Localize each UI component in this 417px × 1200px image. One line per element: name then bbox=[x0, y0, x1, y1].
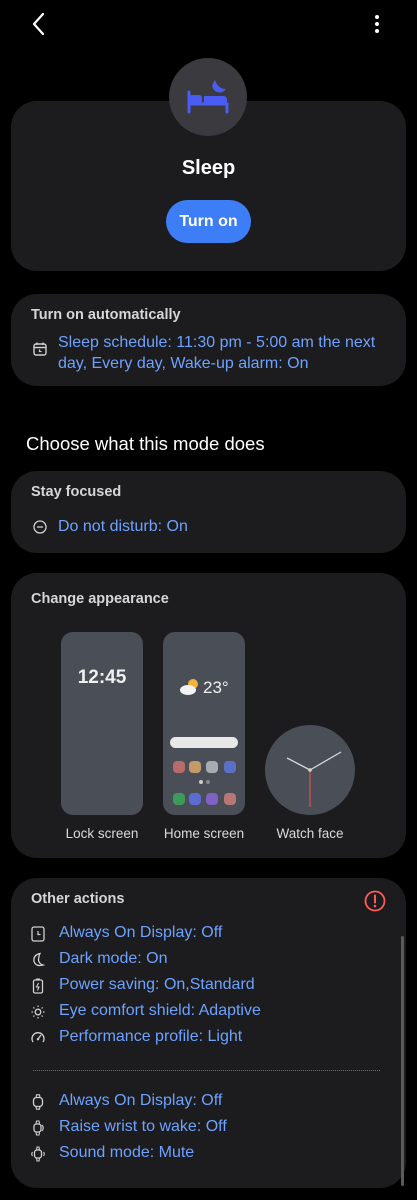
weather-icon bbox=[180, 679, 198, 695]
gauge-icon bbox=[31, 1032, 45, 1043]
other-actions-title: Other actions bbox=[31, 891, 125, 907]
aod-label: Always On Display: Off bbox=[59, 924, 223, 941]
lock-screen-preview[interactable]: 12:45 bbox=[61, 632, 143, 815]
action-row-raise-wrist[interactable]: Raise wrist to wake: Off bbox=[31, 1115, 386, 1141]
action-row-performance[interactable]: Performance profile: Light bbox=[31, 1025, 386, 1051]
app-dot bbox=[173, 793, 185, 805]
eye-comfort-label: Eye comfort shield: Adaptive bbox=[59, 1002, 261, 1019]
app-dot bbox=[189, 793, 201, 805]
more-vertical-icon bbox=[375, 15, 379, 33]
watch-aod-label: Always On Display: Off bbox=[59, 1092, 223, 1109]
action-row-eye-comfort[interactable]: Eye comfort shield: Adaptive bbox=[31, 999, 386, 1025]
other-actions-card: Other actions Always On Display: Off Dar… bbox=[11, 878, 406, 1188]
app-dot bbox=[206, 793, 218, 805]
action-row-power-saving[interactable]: Power saving: On,Standard bbox=[31, 973, 386, 999]
page-dot bbox=[206, 780, 210, 784]
action-row-aod[interactable]: Always On Display: Off bbox=[31, 921, 386, 947]
search-bar-mock bbox=[170, 737, 238, 748]
lock-screen-caption: Lock screen bbox=[65, 826, 139, 841]
power-saving-label: Power saving: On,Standard bbox=[59, 976, 255, 993]
calendar-icon bbox=[33, 342, 47, 356]
watch-hands-icon bbox=[286, 751, 342, 807]
action-row-dark-mode[interactable]: Dark mode: On bbox=[31, 947, 386, 973]
action-row-watch-aod[interactable]: Always On Display: Off bbox=[31, 1089, 386, 1115]
focus-card: Stay focused Do not disturb: On bbox=[11, 471, 406, 553]
back-button[interactable] bbox=[24, 10, 54, 40]
watch-face-caption: Watch face bbox=[276, 826, 344, 841]
home-temperature: 23° bbox=[203, 678, 229, 697]
divider bbox=[33, 1070, 380, 1071]
raise-wrist-label: Raise wrist to wake: Off bbox=[59, 1118, 227, 1135]
mode-title: Sleep bbox=[181, 157, 236, 179]
aod-clock-icon bbox=[31, 926, 45, 942]
dnd-link[interactable]: Do not disturb: On bbox=[58, 518, 188, 536]
watch-sound-icon bbox=[31, 1146, 45, 1162]
turn-on-button[interactable]: Turn on bbox=[166, 200, 251, 243]
lock-time: 12:45 bbox=[77, 667, 127, 688]
app-dot bbox=[173, 761, 185, 773]
appearance-title: Change appearance bbox=[31, 591, 169, 607]
mode-icon-circle bbox=[169, 58, 247, 136]
app-dot bbox=[189, 761, 201, 773]
sun-icon bbox=[31, 1005, 45, 1019]
app-dot bbox=[206, 761, 218, 773]
page-dot bbox=[199, 780, 203, 784]
warning-icon[interactable] bbox=[364, 890, 386, 912]
more-options-button[interactable] bbox=[365, 10, 389, 40]
watch-icon bbox=[32, 1094, 44, 1110]
bed-moon-icon bbox=[187, 80, 229, 114]
sleep-schedule-line1: Sleep schedule: 11:30 pm - 5:00 am the n… bbox=[58, 334, 376, 351]
dnd-icon bbox=[33, 520, 47, 534]
appearance-card: Change appearance 12:45 Lock screen 23° … bbox=[11, 573, 406, 858]
auto-title: Turn on automatically bbox=[31, 307, 181, 323]
dark-mode-label: Dark mode: On bbox=[59, 950, 168, 967]
home-screen-caption: Home screen bbox=[163, 826, 245, 841]
action-row-sound-mode[interactable]: Sound mode: Mute bbox=[31, 1141, 386, 1167]
sleep-schedule-line2: day, Every day, Wake-up alarm: On bbox=[58, 355, 309, 372]
app-dot bbox=[224, 761, 236, 773]
home-screen-preview[interactable]: 23° bbox=[163, 632, 245, 815]
choose-heading: Choose what this mode does bbox=[26, 433, 265, 454]
battery-icon bbox=[32, 978, 44, 994]
app-dot bbox=[224, 793, 236, 805]
moon-icon bbox=[33, 952, 45, 967]
sleep-schedule-link[interactable]: Sleep schedule: 11:30 pm - 5:00 am the n… bbox=[58, 332, 398, 374]
chevron-left-icon bbox=[32, 12, 45, 36]
raise-wrist-icon bbox=[33, 1120, 44, 1136]
performance-label: Performance profile: Light bbox=[59, 1028, 243, 1045]
auto-card[interactable]: Turn on automatically Sleep schedule: 11… bbox=[11, 294, 406, 386]
focus-title: Stay focused bbox=[31, 484, 122, 500]
sound-mode-label: Sound mode: Mute bbox=[59, 1144, 195, 1161]
watch-face-preview[interactable] bbox=[265, 725, 355, 815]
scrollbar[interactable] bbox=[401, 936, 404, 1186]
